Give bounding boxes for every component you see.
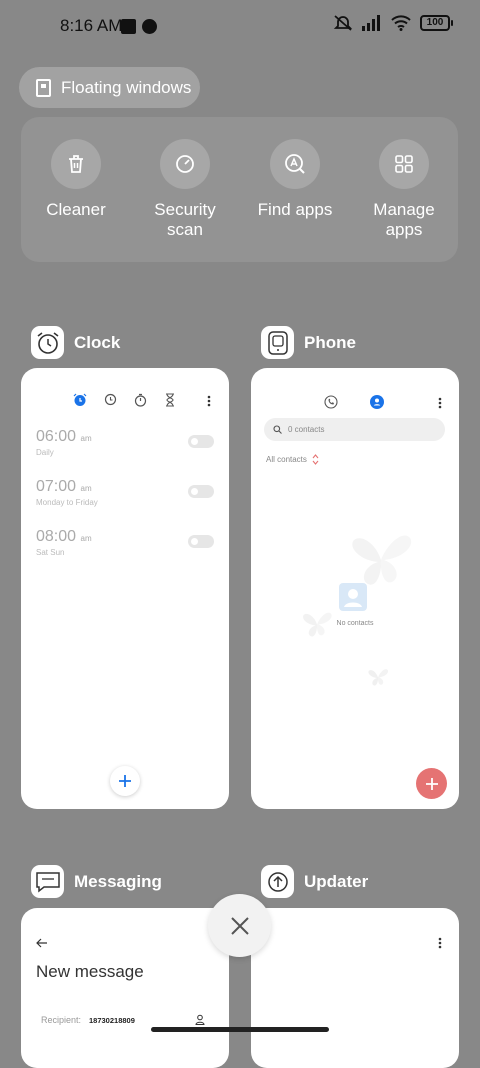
alarm-tab-icon[interactable] bbox=[73, 393, 87, 407]
butterfly-decoration-icon bbox=[352, 535, 412, 585]
alarm-toggle[interactable] bbox=[188, 535, 214, 548]
find-apps-label: Find apps bbox=[257, 200, 333, 219]
phone-app-header[interactable]: Phone bbox=[261, 326, 356, 359]
alarm-item[interactable]: 06:00 am Daily bbox=[36, 428, 92, 457]
clock-app-name: Clock bbox=[74, 332, 121, 352]
contact-picker-icon[interactable] bbox=[195, 1014, 205, 1025]
empty-contacts-label: No contacts bbox=[336, 620, 374, 627]
trash-icon bbox=[51, 139, 101, 189]
more-options-icon[interactable] bbox=[438, 937, 442, 949]
cleaner-label: Cleaner bbox=[46, 200, 106, 219]
floating-windows-label: Floating windows bbox=[61, 77, 192, 97]
clock-app-card[interactable]: 06:00 am Daily 07:00 am Monday to Friday… bbox=[21, 368, 229, 809]
home-indicator[interactable] bbox=[151, 1027, 329, 1032]
plus-icon bbox=[425, 777, 438, 790]
contacts-filter-label: All contacts bbox=[266, 455, 307, 464]
more-options-icon[interactable] bbox=[207, 395, 211, 407]
messaging-app-icon bbox=[31, 865, 64, 898]
back-arrow-icon[interactable] bbox=[36, 938, 48, 948]
updater-app-icon bbox=[261, 865, 294, 898]
alarm-repeat: Daily bbox=[36, 448, 54, 457]
contacts-tab-icon[interactable] bbox=[370, 395, 384, 409]
add-contact-button[interactable] bbox=[416, 768, 447, 799]
alarm-item[interactable]: 08:00 am Sat Sun bbox=[36, 528, 92, 557]
alarm-time: 08:00 am bbox=[36, 528, 92, 545]
notification-app-icon bbox=[142, 19, 157, 34]
new-message-title: New message bbox=[36, 962, 144, 981]
recipient-value[interactable]: 18730218809 bbox=[89, 1016, 135, 1025]
butterfly-decoration-icon bbox=[368, 669, 389, 686]
timer-tab-icon[interactable] bbox=[164, 393, 176, 407]
phone-app-name: Phone bbox=[304, 332, 356, 352]
contacts-search-bar[interactable]: 0 contacts bbox=[264, 418, 445, 441]
world-clock-tab-icon[interactable] bbox=[104, 393, 117, 406]
clock-app-header[interactable]: Clock bbox=[31, 326, 120, 359]
alarm-repeat: Sat Sun bbox=[36, 548, 65, 557]
quick-actions-panel: Cleaner Security scan Find apps Manage a… bbox=[21, 117, 458, 262]
grid-icon bbox=[379, 139, 429, 189]
search-placeholder: 0 contacts bbox=[288, 425, 325, 434]
contacts-filter[interactable]: All contacts bbox=[266, 454, 319, 465]
updater-app-card[interactable] bbox=[251, 908, 459, 1068]
find-apps-button[interactable]: Find apps bbox=[240, 139, 350, 220]
manage-apps-button[interactable]: Manage apps bbox=[349, 139, 459, 240]
messaging-app-name: Messaging bbox=[74, 871, 162, 891]
notification-icon bbox=[121, 19, 136, 34]
security-scan-icon bbox=[160, 139, 210, 189]
messaging-app-header[interactable]: Messaging bbox=[31, 865, 162, 898]
clock-app-icon bbox=[31, 326, 64, 359]
find-apps-icon bbox=[270, 139, 320, 189]
alarm-item[interactable]: 07:00 am Monday to Friday bbox=[36, 478, 98, 507]
signal-icon bbox=[362, 15, 380, 31]
search-icon bbox=[273, 425, 282, 434]
more-options-icon[interactable] bbox=[438, 397, 442, 409]
alarm-time: 06:00 am bbox=[36, 428, 92, 445]
mute-icon bbox=[333, 15, 353, 31]
manage-apps-label: Manage apps bbox=[373, 200, 435, 239]
battery-indicator: 100 bbox=[420, 15, 453, 31]
phone-app-card[interactable]: 0 contacts All contacts No contacts bbox=[251, 368, 459, 809]
wifi-icon bbox=[391, 15, 411, 31]
sort-arrows-icon bbox=[312, 454, 319, 465]
recipient-label: Recipient: bbox=[41, 1015, 82, 1025]
floating-windows-button[interactable]: Floating windows bbox=[19, 67, 200, 108]
stopwatch-tab-icon[interactable] bbox=[134, 393, 147, 407]
close-icon bbox=[230, 916, 249, 935]
plus-icon bbox=[119, 775, 131, 787]
floating-window-icon bbox=[36, 78, 51, 97]
alarm-toggle[interactable] bbox=[188, 435, 214, 448]
phone-app-icon bbox=[261, 326, 294, 359]
alarm-time: 07:00 am bbox=[36, 478, 92, 495]
status-time: 8:16 AM bbox=[60, 16, 123, 35]
call-log-tab-icon[interactable] bbox=[324, 395, 338, 409]
alarm-toggle[interactable] bbox=[188, 485, 214, 498]
messaging-app-card[interactable]: New message Recipient: 18730218809 bbox=[21, 908, 229, 1068]
updater-app-name: Updater bbox=[304, 871, 369, 891]
cleaner-button[interactable]: Cleaner bbox=[21, 139, 131, 220]
empty-contacts-icon bbox=[339, 583, 367, 611]
updater-app-header[interactable]: Updater bbox=[261, 865, 368, 898]
alarm-repeat: Monday to Friday bbox=[36, 498, 98, 507]
clear-all-button[interactable] bbox=[208, 894, 271, 957]
security-scan-button[interactable]: Security scan bbox=[130, 139, 240, 240]
security-scan-label: Security scan bbox=[154, 200, 216, 239]
add-alarm-button[interactable] bbox=[110, 766, 140, 796]
status-icons: 100 bbox=[333, 14, 453, 32]
